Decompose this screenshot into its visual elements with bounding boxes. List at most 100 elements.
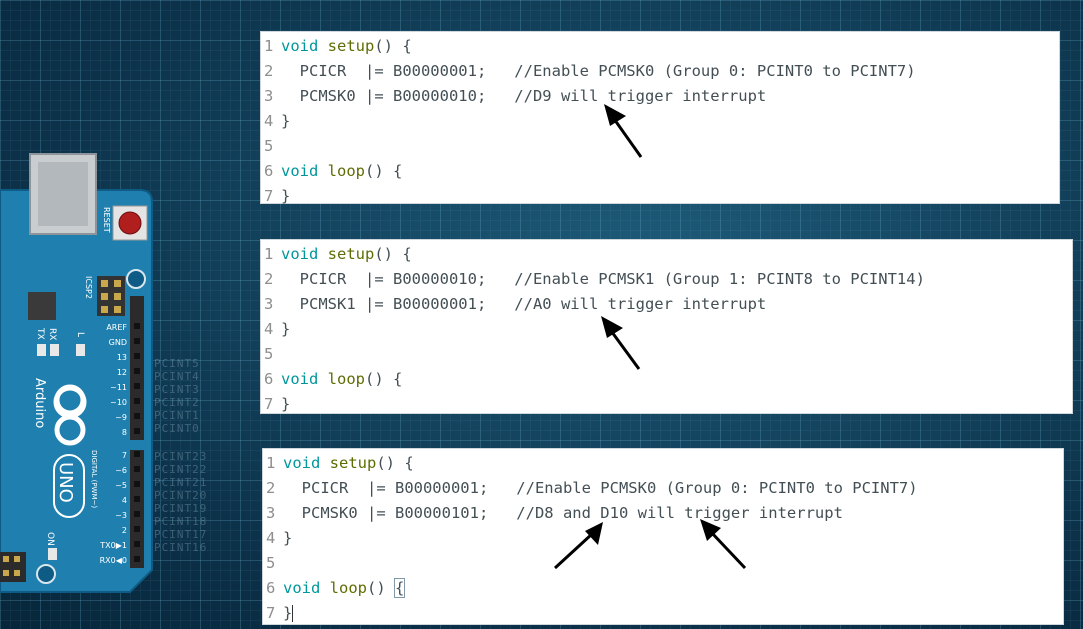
- code-token: PCICR |= B00000010;: [281, 270, 515, 288]
- code-line: 3 PCMSK0 |= B00000010; //D9 will trigger…: [261, 84, 1059, 109]
- code-text: PCICR |= B00000001; //Enable PCMSK0 (Gro…: [281, 59, 916, 84]
- l-led-label: L: [75, 332, 85, 337]
- digital-label: DIGITAL (PWM~): [90, 450, 98, 508]
- keyword-token: void: [283, 579, 321, 597]
- pin-label: 2: [122, 526, 127, 535]
- pin-label: ~3: [115, 511, 127, 520]
- pin-socket: [134, 496, 140, 502]
- pcint-ghost-label: PCINT19: [154, 502, 208, 515]
- function-token: setup: [329, 454, 377, 472]
- pin-label: 13: [117, 353, 127, 362]
- code-line: 6 void loop() {: [263, 576, 1063, 601]
- line-number: 1: [266, 454, 276, 472]
- code-line: 7}: [261, 392, 1072, 417]
- code-text: PCICR |= B00000010; //Enable PCMSK1 (Gro…: [281, 267, 925, 292]
- code-text: PCMSK0 |= B00000010; //D9 will trigger i…: [281, 84, 767, 109]
- pin-socket: [134, 398, 140, 404]
- pin-socket: [134, 526, 140, 532]
- pin-label: 4: [122, 496, 127, 505]
- text-cursor: [292, 605, 294, 622]
- svg-text:UNO: UNO: [55, 462, 76, 503]
- icsp-label: ICSP2: [84, 276, 93, 299]
- line-number: 3: [264, 87, 274, 105]
- code-token: () {: [374, 37, 412, 55]
- comment-token: //D9 will trigger interrupt: [514, 87, 767, 105]
- reset-label: RESET: [102, 207, 111, 233]
- code-token: }: [283, 529, 293, 547]
- code-line: 7}: [263, 601, 1063, 626]
- code-token: () {: [365, 162, 403, 180]
- keyword-token: void: [283, 454, 321, 472]
- code-line: 5: [263, 551, 1063, 576]
- code-text: void loop() {: [283, 576, 406, 601]
- function-token: setup: [327, 37, 375, 55]
- comment-token: //Enable PCMSK0 (Group 0: PCINT0 to PCIN…: [516, 479, 918, 497]
- pcint-ghost-label: PCINT2: [154, 396, 200, 409]
- code-line: 5: [261, 134, 1059, 159]
- function-token: loop: [327, 162, 365, 180]
- code-text: void loop() {: [281, 367, 402, 392]
- pin-socket: [134, 466, 140, 472]
- line-number: 7: [264, 187, 274, 205]
- code-line: 7}: [261, 184, 1059, 209]
- pcint-ghost-label: PCINT22: [154, 463, 208, 476]
- keyword-token: void: [281, 37, 319, 55]
- mount-hole-top: [126, 269, 146, 289]
- line-number: 2: [266, 479, 276, 497]
- line-number: 6: [264, 370, 274, 388]
- reset-button: [112, 205, 148, 241]
- pcint-ghost-label: PCINT18: [154, 515, 208, 528]
- pcint-ghost-label: PCINT0: [154, 422, 200, 435]
- code-token: }: [281, 395, 291, 413]
- pcint-ghost-label: PCINT16: [154, 541, 208, 554]
- pin-socket: [134, 383, 140, 389]
- pcint-ghost-label: PCINT17: [154, 528, 208, 541]
- pin-label: ~10: [110, 398, 127, 407]
- power-header: [0, 552, 26, 582]
- code-text: }: [283, 526, 292, 551]
- code-line: 1 void setup() {: [263, 451, 1063, 476]
- brand-text: Arduino: [32, 378, 47, 428]
- pcint-ghost-label: PCINT1: [154, 409, 200, 422]
- code-line: 2 PCICR |= B00000001; //Enable PCMSK0 (G…: [261, 59, 1059, 84]
- code-text: }: [281, 109, 290, 134]
- line-number: 7: [266, 604, 276, 622]
- line-number: 4: [266, 529, 276, 547]
- code-text: }: [281, 184, 290, 209]
- pin-socket: [134, 541, 140, 547]
- pin-label: ~6: [115, 466, 127, 475]
- line-number: 1: [264, 245, 274, 263]
- pcint-ghost-label: PCINT21: [154, 476, 208, 489]
- code-token: () {: [376, 454, 414, 472]
- pin-socket: [134, 353, 140, 359]
- line-number: 2: [264, 270, 274, 288]
- pin-label: 12: [117, 368, 127, 377]
- pin-label: GND: [109, 338, 127, 347]
- line-number: 6: [264, 162, 274, 180]
- code-line: 4}: [263, 526, 1063, 551]
- code-line: 1 void setup() {: [261, 34, 1059, 59]
- code-panel-2: 1 void setup() {2 PCICR |= B00000010; //E…: [260, 239, 1073, 414]
- code-text: }: [281, 317, 290, 342]
- rx-led-label: RX: [47, 328, 57, 340]
- code-line: 2 PCICR |= B00000001; //Enable PCMSK0 (G…: [263, 476, 1063, 501]
- code-token: }: [281, 320, 291, 338]
- function-token: loop: [329, 579, 367, 597]
- pcint-ghost-label: PCINT23: [154, 450, 208, 463]
- code-text: void setup() {: [283, 451, 414, 476]
- code-text: PCMSK1 |= B00000001; //A0 will trigger i…: [281, 292, 767, 317]
- code-text: PCMSK0 |= B00000101; //D8 and D10 will t…: [283, 501, 843, 526]
- line-number: 3: [264, 295, 274, 313]
- function-token: loop: [327, 370, 365, 388]
- code-token: PCICR |= B00000001;: [283, 479, 517, 497]
- function-token: setup: [327, 245, 375, 263]
- pin-socket: [134, 451, 140, 457]
- line-number: 1: [264, 37, 274, 55]
- usb-connector: [29, 153, 97, 235]
- pcint-ghost-label: PCINT20: [154, 489, 208, 502]
